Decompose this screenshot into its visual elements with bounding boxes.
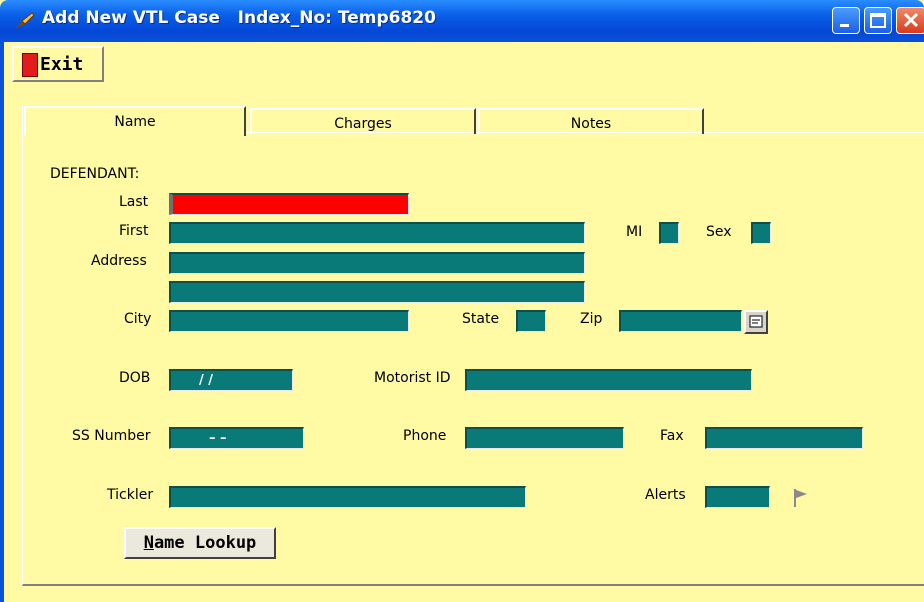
name-lookup-accelerator: N: [143, 533, 154, 553]
tab-name[interactable]: Name: [24, 106, 246, 136]
tab-notes[interactable]: Notes: [478, 108, 704, 134]
ss-mask: – –: [209, 431, 227, 446]
title-bar: Add New VTL Case Index_No: Temp6820: [0, 0, 924, 42]
exit-door-icon: [22, 53, 38, 77]
alert-flag-icon[interactable]: [792, 487, 810, 509]
maximize-icon: [870, 13, 886, 28]
zip-lookup-icon: [749, 315, 763, 328]
exit-label: Exit: [40, 54, 84, 75]
tickler-label: Tickler: [107, 487, 154, 503]
alerts-label: Alerts: [645, 487, 686, 503]
dob-label: DOB: [119, 370, 151, 386]
fax-label: Fax: [660, 428, 684, 444]
state-label: State: [462, 311, 500, 327]
exit-button[interactable]: Exit: [12, 46, 104, 82]
dob-mask: / /: [199, 373, 214, 388]
first-name-label: First: [119, 223, 149, 239]
close-button[interactable]: [896, 7, 924, 34]
app-icon: [15, 12, 35, 29]
city-label: City: [124, 311, 152, 327]
ss-number-input[interactable]: – –: [169, 427, 304, 449]
motorist-id-input[interactable]: [465, 369, 752, 391]
vtl-case-window: Add New VTL Case Index_No: Temp6820 Exit…: [0, 0, 924, 602]
address-label: Address: [91, 253, 147, 269]
phone-input[interactable]: [465, 427, 624, 449]
last-name-label: Last: [119, 194, 149, 210]
window-title: Add New VTL Case Index_No: Temp6820: [42, 8, 436, 28]
address-line2-input[interactable]: [169, 281, 585, 303]
motorist-id-label: Motorist ID: [374, 370, 451, 386]
minimize-button[interactable]: [832, 7, 860, 34]
dob-input[interactable]: / /: [169, 369, 293, 391]
alerts-input[interactable]: [705, 486, 770, 508]
defendant-section-label: DEFENDANT:: [50, 166, 140, 182]
mi-label: MI: [626, 224, 643, 240]
fax-input[interactable]: [705, 427, 863, 449]
last-name-input[interactable]: [169, 193, 409, 215]
phone-label: Phone: [403, 428, 447, 444]
city-input[interactable]: [169, 310, 409, 332]
tab-panel: [22, 106, 924, 586]
address-line1-input[interactable]: [169, 252, 585, 274]
zip-input[interactable]: [619, 310, 742, 332]
sex-label: Sex: [706, 224, 732, 240]
ss-number-label: SS Number: [72, 428, 151, 444]
maximize-button[interactable]: [864, 7, 892, 34]
name-lookup-button[interactable]: Name Lookup: [124, 527, 276, 559]
zip-lookup-button[interactable]: [744, 310, 768, 334]
zip-label: Zip: [580, 311, 603, 327]
window-border: [0, 42, 4, 602]
tab-charges[interactable]: Charges: [250, 108, 476, 134]
minimize-icon: [840, 24, 849, 27]
sex-input[interactable]: [751, 222, 771, 244]
window-title-text: Add New VTL Case: [42, 8, 220, 28]
name-lookup-label: ame Lookup: [153, 533, 257, 553]
tickler-input[interactable]: [169, 486, 526, 508]
index-number: Index_No: Temp6820: [237, 8, 436, 28]
close-icon: [903, 12, 919, 28]
first-name-input[interactable]: [169, 222, 585, 244]
state-input[interactable]: [516, 310, 546, 332]
mi-input[interactable]: [659, 222, 679, 244]
